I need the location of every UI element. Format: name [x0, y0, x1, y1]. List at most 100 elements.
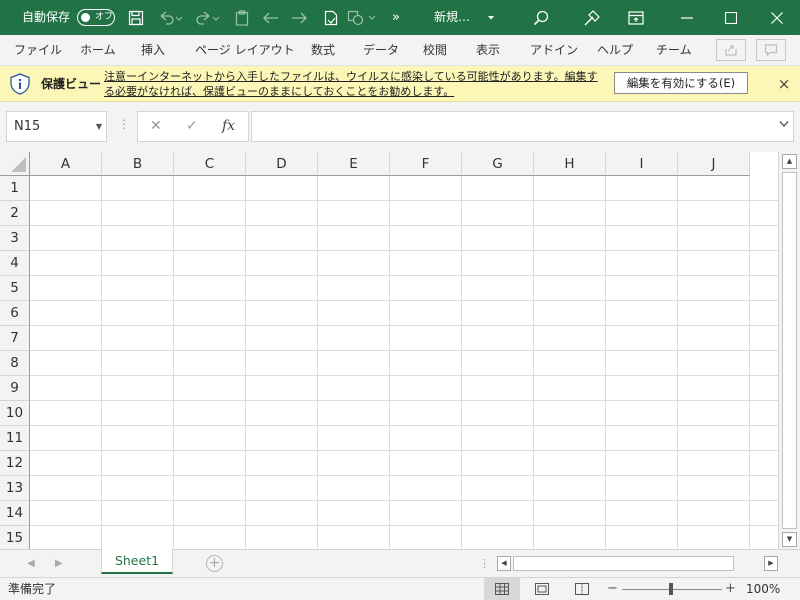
grip-icon[interactable]: ⋮ [118, 117, 130, 131]
tab-formulas[interactable]: 数式 [311, 35, 335, 66]
scroll-thumb[interactable] [782, 172, 797, 529]
protected-view-bar: 保護ビュー 注意ーインターネットから入手したファイルは、ウイルスに感染している可… [0, 66, 800, 102]
row-header[interactable]: 11 [0, 426, 30, 451]
zoom-level[interactable]: 100% [746, 578, 780, 600]
column-header[interactable]: D [246, 152, 318, 176]
shield-icon [9, 73, 31, 98]
column-header[interactable]: B [102, 152, 174, 176]
sheet-next-icon[interactable]: ▶ [55, 550, 63, 577]
status-bar: 準備完了 − + 100% [0, 577, 800, 600]
tab-data[interactable]: データ [363, 35, 399, 66]
document-icon[interactable] [321, 0, 341, 35]
protected-view-message[interactable]: 注意ーインターネットから入手したファイルは、ウイルスに感染している可能性がありま… [104, 69, 604, 99]
row-header[interactable]: 8 [0, 351, 30, 376]
row-header[interactable]: 6 [0, 301, 30, 326]
name-box-value: N15 [14, 119, 41, 134]
document-title[interactable]: 新規… [434, 0, 470, 35]
column-header[interactable]: F [390, 152, 462, 176]
tab-team[interactable]: チーム [656, 35, 692, 66]
scroll-down-icon[interactable]: ▼ [782, 532, 797, 547]
row-header[interactable]: 13 [0, 476, 30, 501]
sheet-prev-icon[interactable]: ◀ [27, 550, 35, 577]
back-arrow-icon[interactable] [261, 0, 281, 35]
column-header[interactable]: E [318, 152, 390, 176]
insert-function-icon[interactable]: fx [222, 112, 235, 141]
share-button[interactable] [716, 39, 746, 61]
forward-arrow-icon[interactable] [289, 0, 309, 35]
more-commands-chevron[interactable]: » [392, 0, 400, 35]
add-sheet-icon[interactable]: + [206, 555, 223, 572]
row-header[interactable]: 4 [0, 251, 30, 276]
column-header[interactable]: I [606, 152, 678, 176]
page-break-view-button[interactable] [564, 578, 600, 600]
undo-icon[interactable] [156, 0, 184, 35]
autosave-label: 自動保存 [22, 10, 71, 24]
row-header[interactable]: 2 [0, 201, 30, 226]
select-all-corner[interactable] [0, 152, 30, 176]
tab-addins[interactable]: アドイン [530, 35, 578, 66]
column-header[interactable]: A [30, 152, 102, 176]
row-header[interactable]: 12 [0, 451, 30, 476]
vertical-scrollbar[interactable]: ▲ ▼ [778, 152, 800, 549]
search-icon[interactable] [530, 0, 552, 35]
tab-help[interactable]: ヘルプ [597, 35, 633, 66]
zoom-in-icon[interactable]: + [725, 578, 736, 600]
page-layout-view-button[interactable] [524, 578, 560, 600]
normal-view-button[interactable] [484, 578, 520, 600]
redo-icon[interactable] [194, 0, 222, 35]
scroll-left-icon[interactable]: ◀ [497, 556, 511, 571]
name-box[interactable]: N15 ▼ [6, 111, 107, 142]
minimize-icon[interactable] [664, 0, 710, 35]
row-header[interactable]: 7 [0, 326, 30, 351]
cell-area[interactable] [30, 176, 778, 549]
sheet-tab-bar: ◀ ▶ Sheet1 + ⋮ ◀ ▶ [0, 549, 800, 577]
scroll-up-icon[interactable]: ▲ [782, 154, 797, 169]
wand-icon[interactable] [581, 0, 603, 35]
column-header[interactable]: J [678, 152, 750, 176]
column-header[interactable]: C [174, 152, 246, 176]
scroll-right-icon[interactable]: ▶ [764, 556, 778, 571]
tab-insert[interactable]: 挿入 [141, 35, 165, 66]
hscroll-thumb[interactable] [513, 556, 734, 571]
horizontal-scrollbar[interactable]: ◀ ▶ [497, 556, 778, 571]
row-header[interactable]: 15 [0, 526, 30, 549]
save-icon[interactable] [126, 0, 146, 35]
row-header[interactable]: 14 [0, 501, 30, 526]
column-header[interactable]: G [462, 152, 534, 176]
chevron-down-icon[interactable]: ▼ [96, 112, 102, 141]
zoom-out-icon[interactable]: − [607, 578, 618, 600]
shape-icon[interactable] [346, 0, 378, 35]
page-break-icon [575, 583, 589, 595]
row-header[interactable]: 1 [0, 176, 30, 201]
split-handle-icon[interactable]: ⋮ [479, 550, 490, 577]
tab-file[interactable]: ファイル [14, 35, 62, 66]
tab-review[interactable]: 校閲 [423, 35, 447, 66]
row-header[interactable]: 3 [0, 226, 30, 251]
row-header[interactable]: 9 [0, 376, 30, 401]
enable-editing-button[interactable]: 編集を有効にする(E) [614, 72, 748, 94]
close-icon[interactable] [754, 0, 800, 35]
zoom-slider-knob[interactable] [669, 583, 673, 595]
title-bar: 自動保存 オフ » 新規… [0, 0, 800, 35]
maximize-icon[interactable] [708, 0, 754, 35]
expand-formula-icon[interactable] [779, 120, 789, 131]
row-header[interactable]: 10 [0, 401, 30, 426]
column-header[interactable]: H [534, 152, 606, 176]
autosave-toggle[interactable]: オフ [77, 9, 115, 26]
enter-icon[interactable]: ✓ [186, 112, 198, 141]
tab-home[interactable]: ホーム [80, 35, 116, 66]
toggle-knob [81, 12, 90, 22]
comments-button[interactable] [756, 39, 786, 61]
cancel-icon[interactable]: ✕ [150, 112, 162, 141]
close-bar-icon[interactable]: × [776, 66, 792, 102]
ribbon-display-icon[interactable] [625, 0, 647, 35]
tab-page-layout[interactable]: ページ レイアウト [195, 35, 295, 66]
clipboard-icon[interactable] [233, 0, 251, 35]
row-header[interactable]: 5 [0, 276, 30, 301]
formula-input[interactable] [251, 111, 794, 142]
formula-buttons: ✕ ✓ fx [137, 111, 249, 142]
tab-view[interactable]: 表示 [476, 35, 500, 66]
formula-bar: N15 ▼ ⋮ ✕ ✓ fx [0, 102, 800, 152]
chevron-down-icon[interactable] [486, 0, 496, 35]
sheet-tab[interactable]: Sheet1 [101, 549, 173, 574]
